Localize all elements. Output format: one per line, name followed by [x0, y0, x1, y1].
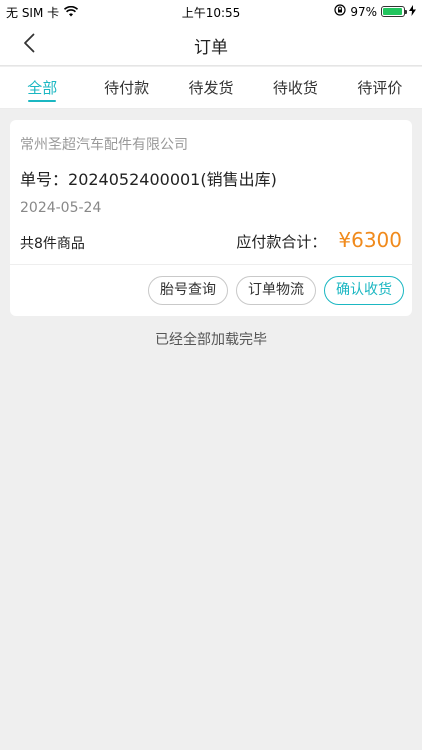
page-title: 订单 — [194, 38, 228, 58]
total-label: 应付款合计： — [236, 233, 327, 251]
tab-pending-receipt[interactable]: 待收货 — [253, 67, 337, 108]
load-complete-text: 已经全部加载完毕 — [155, 332, 267, 348]
order-status-tabs: 全部 待付款 待发货 待收货 待评价 — [0, 67, 422, 109]
total-amount: ¥6300 — [338, 228, 402, 252]
order-logistics-button[interactable]: 订单物流 — [236, 276, 316, 305]
orientation-lock-icon — [334, 4, 346, 19]
items-count: 共8件商品 — [20, 236, 85, 252]
charging-bolt-icon — [409, 4, 416, 19]
confirm-receipt-button[interactable]: 确认收货 — [324, 276, 404, 305]
company-name: 常州圣超汽车配件有限公司 — [20, 137, 188, 153]
tab-pending-review[interactable]: 待评价 — [338, 67, 422, 108]
tire-lookup-button[interactable]: 胎号查询 — [148, 276, 228, 305]
tab-pending-shipment[interactable]: 待发货 — [169, 67, 253, 108]
card-divider — [10, 264, 412, 265]
tab-pending-payment[interactable]: 待付款 — [84, 67, 168, 108]
status-right: 97% — [334, 4, 416, 19]
battery-icon — [381, 6, 407, 17]
order-number: 单号：2024052400001(销售出库) — [20, 166, 277, 190]
status-bar: 无 SIM 卡 上午10:55 97% — [0, 0, 422, 22]
tab-all[interactable]: 全部 — [0, 67, 84, 108]
battery-percent: 97% — [350, 4, 377, 19]
order-card[interactable]: 常州圣超汽车配件有限公司 单号：2024052400001(销售出库) 2024… — [10, 120, 412, 316]
order-date: 2024-05-24 — [20, 200, 102, 216]
order-total: 应付款合计： ¥6300 — [236, 228, 402, 252]
order-number-label: 单号： — [20, 170, 69, 189]
battery-fill — [383, 8, 403, 15]
nav-bar: 订单 — [0, 22, 422, 66]
order-actions: 胎号查询 订单物流 确认收货 — [148, 276, 404, 305]
order-number-value: 2024052400001(销售出库) — [68, 170, 277, 189]
